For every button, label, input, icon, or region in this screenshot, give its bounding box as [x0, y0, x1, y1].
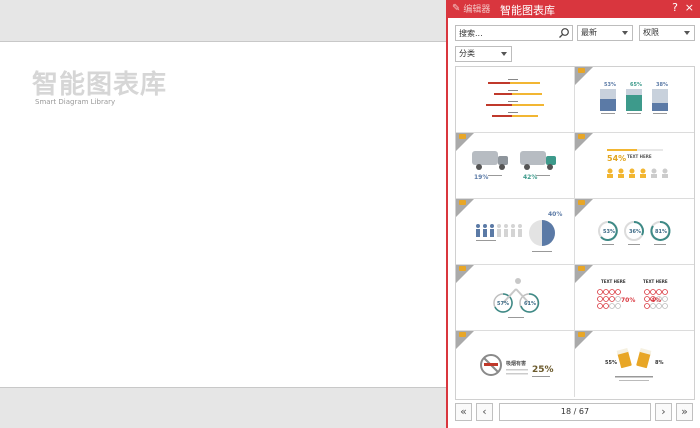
crown-icon — [459, 200, 466, 205]
rating-caption: TEXT HERE — [627, 154, 652, 159]
smiley-pct-2: 4% — [651, 297, 661, 304]
sort-select[interactable]: 最新 — [577, 25, 633, 41]
first-page-button[interactable]: « — [455, 403, 472, 421]
people-icons — [476, 224, 522, 237]
building-pct-2: 65% — [630, 82, 642, 88]
next-page-button[interactable]: › — [655, 403, 672, 421]
crown-icon — [578, 68, 585, 73]
pagination: « ‹ 18 / 67 › » — [455, 403, 695, 423]
diagram-thumbnail-bicycle[interactable]: 57% 61% — [456, 265, 575, 331]
slide-title[interactable]: 智能图表库 — [32, 64, 167, 101]
truck-pct-1: 19% — [474, 174, 488, 181]
pane-titlebar: ✎ 编辑器 智能图表库 ? × — [448, 0, 700, 18]
sort-value: 最新 — [581, 28, 597, 37]
diagram-thumbnail-people-pie[interactable]: 40% — [456, 199, 575, 265]
crown-icon — [578, 332, 585, 337]
rating-pct: 54% — [607, 154, 626, 163]
permission-value: 权限 — [643, 28, 659, 37]
person-icons — [607, 168, 668, 178]
slide-workspace: 智能图表库 Smart Diagram Library — [0, 0, 446, 428]
smiley-title-2: TEXT HERE — [643, 279, 668, 284]
category-select[interactable]: 分类 — [455, 46, 512, 62]
search-icon[interactable] — [558, 27, 570, 39]
diagram-thumbnail-bars[interactable] — [456, 67, 575, 133]
beer-pct-1: 55% — [605, 360, 617, 366]
truck-pct-2: 42% — [523, 174, 537, 181]
smiley-pct-1: 70% — [621, 297, 635, 304]
smart-diagram-pane: ✎ 编辑器 智能图表库 ? × 最新 权限 分类 — [446, 0, 700, 428]
bike-pct-1: 57% — [497, 301, 509, 307]
crown-icon — [459, 266, 466, 271]
slide-subtitle[interactable]: Smart Diagram Library — [35, 98, 115, 106]
search-box — [455, 25, 573, 41]
last-page-button[interactable]: » — [676, 403, 693, 421]
people-pct: 40% — [548, 211, 562, 218]
crown-icon — [459, 332, 466, 337]
crown-icon — [578, 266, 585, 271]
close-button[interactable]: × — [685, 1, 694, 14]
ring-pct-2: 36% — [629, 229, 641, 235]
no-smoking-pct: 25% — [532, 365, 554, 375]
diagram-thumbnail-no-smoking[interactable]: 吸烟有害 25% — [456, 331, 575, 397]
slide-canvas[interactable]: 智能图表库 Smart Diagram Library — [0, 41, 446, 388]
filter-toolbar: 最新 权限 分类 — [455, 25, 695, 62]
pane-title: 智能图表库 — [500, 4, 555, 17]
diagram-thumbnail-beer[interactable]: 55% 8% — [575, 331, 694, 397]
building-pct-1: 53% — [604, 82, 616, 88]
crown-icon — [578, 134, 585, 139]
help-button[interactable]: ? — [672, 1, 678, 14]
chevron-down-icon — [501, 52, 507, 56]
diagram-thumbnail-rings[interactable]: 53% 36% 81% — [575, 199, 694, 265]
diagram-thumbnail-ratings[interactable]: 54% TEXT HERE — [575, 133, 694, 199]
diagram-thumbnail-trucks[interactable]: 19% 42% — [456, 133, 575, 199]
page-indicator[interactable]: 18 / 67 — [499, 403, 651, 421]
prev-page-button[interactable]: ‹ — [476, 403, 493, 421]
pencil-icon: ✎ — [452, 3, 461, 14]
crown-icon — [459, 134, 466, 139]
ring-pct-1: 53% — [603, 229, 615, 235]
bike-pct-2: 61% — [524, 301, 536, 307]
diagram-grid: 53% 65% 38% 19% 42% 54% TEXT HERE 40% 53… — [455, 66, 695, 400]
editor-label: 编辑器 — [463, 5, 491, 15]
beer-pct-2: 8% — [655, 360, 664, 366]
crown-icon — [578, 200, 585, 205]
bar-diagram-preview — [486, 79, 544, 117]
editor-button[interactable]: ✎ 编辑器 — [452, 2, 490, 15]
no-smoking-label: 吸烟有害 — [506, 360, 526, 367]
chevron-down-icon — [684, 31, 690, 35]
smiley-icons-left — [597, 289, 621, 309]
permission-select[interactable]: 权限 — [639, 25, 695, 41]
diagram-thumbnail-buildings[interactable]: 53% 65% 38% — [575, 67, 694, 133]
search-input[interactable] — [459, 27, 555, 39]
building-pct-3: 38% — [656, 82, 668, 88]
ring-pct-3: 81% — [655, 229, 667, 235]
diagram-thumbnail-smileys[interactable]: TEXT HERE TEXT HERE 70% 4% — [575, 265, 694, 331]
smiley-title-1: TEXT HERE — [601, 279, 626, 284]
chevron-down-icon — [622, 31, 628, 35]
category-value: 分类 — [459, 49, 475, 58]
